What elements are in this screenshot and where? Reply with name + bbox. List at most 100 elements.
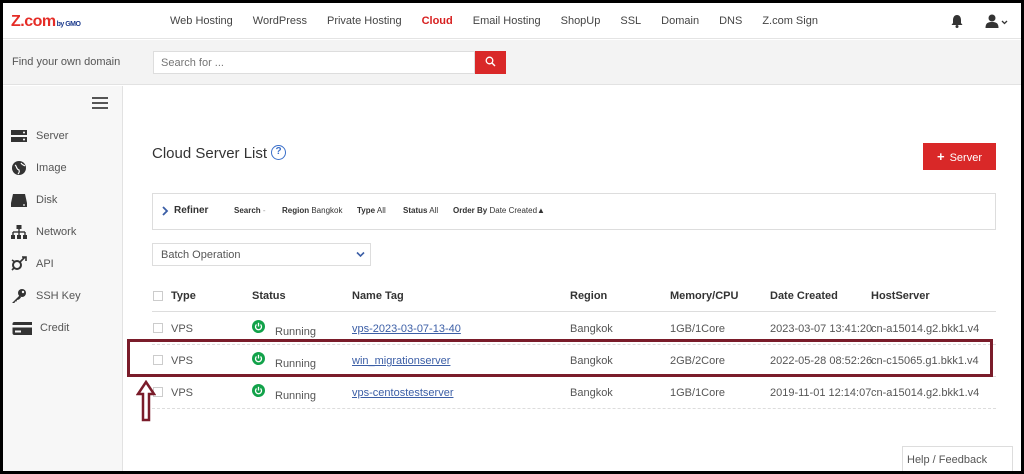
column-header-status[interactable]: Status <box>252 290 286 302</box>
cell-region: Bangkok <box>570 323 613 335</box>
refiner-status: Status All <box>403 206 438 215</box>
nav-dns[interactable]: DNS <box>719 15 742 27</box>
column-header-type[interactable]: Type <box>171 290 196 302</box>
cell-type: VPS <box>171 323 194 335</box>
refiner-label: Refiner <box>174 205 209 216</box>
hamburger-menu-icon[interactable] <box>92 97 108 109</box>
refiner-status-label: Status <box>403 206 428 215</box>
row-checkbox[interactable] <box>153 323 163 333</box>
main-nav: Web Hosting WordPress Private Hosting Cl… <box>170 15 838 27</box>
user-menu-icon[interactable] <box>985 14 1009 28</box>
nav-email-hosting[interactable]: Email Hosting <box>473 15 541 27</box>
globe-icon <box>12 161 26 175</box>
cell-hostserver: cn-a15014.g2.bkk1.v4 <box>871 387 980 399</box>
nav-private-hosting[interactable]: Private Hosting <box>327 15 402 27</box>
table-row[interactable]: VPS Running vps-centostestserver Bangkok… <box>152 377 996 409</box>
sidebar-item-server[interactable]: Server <box>10 126 68 146</box>
cell-status: Running <box>275 326 316 338</box>
cell-region: Bangkok <box>570 387 613 399</box>
sidebar: Server Image Disk Network API SSH Key Cr… <box>3 86 123 471</box>
help-circle-icon[interactable]: ? <box>271 145 286 160</box>
sidebar-item-label: Network <box>36 226 77 238</box>
logo-text: Z.com <box>11 13 56 30</box>
search-button[interactable] <box>475 51 506 74</box>
plus-icon: + <box>937 149 945 164</box>
highlight-box <box>127 339 993 377</box>
refiner-status-value: All <box>429 206 439 215</box>
sidebar-item-disk[interactable]: Disk <box>10 190 57 210</box>
refiner-type-value: All <box>376 206 386 215</box>
chevron-right-icon <box>162 206 169 216</box>
cell-memory-cpu: 1GB/1Core <box>670 323 726 335</box>
disk-icon <box>11 194 27 207</box>
refiner-order-label: Order By <box>453 206 488 215</box>
sidebar-item-label: Image <box>36 162 67 174</box>
add-server-button[interactable]: + Server <box>923 143 996 170</box>
server-icon <box>11 130 27 142</box>
help-feedback-button[interactable]: Help / Feedback <box>902 446 1013 471</box>
api-icon <box>11 256 27 271</box>
sidebar-item-label: Credit <box>40 322 70 334</box>
credit-card-icon <box>12 322 32 335</box>
nav-wordpress[interactable]: WordPress <box>253 15 307 27</box>
sidebar-item-label: SSH Key <box>36 290 81 302</box>
sidebar-item-ssh-key[interactable]: SSH Key <box>10 286 81 306</box>
cell-status: Running <box>275 390 316 402</box>
domain-search-bar: Find your own domain <box>3 40 1021 85</box>
chevron-down-icon <box>356 251 365 258</box>
nav-ssl[interactable]: SSL <box>620 15 641 27</box>
search-icon <box>485 56 496 67</box>
nav-shopup[interactable]: ShopUp <box>561 15 601 27</box>
refiner-search[interactable]: Search - <box>234 206 266 215</box>
column-header-memory-cpu[interactable]: Memory/CPU <box>670 290 738 302</box>
refiner-region-value: Bangkok <box>311 206 343 215</box>
column-header-name-tag[interactable]: Name Tag <box>352 290 404 302</box>
main-content: Cloud Server List ? + Server Refiner Sear… <box>124 86 1021 471</box>
refiner-region-label: Region <box>282 206 310 215</box>
cell-hostserver: cn-a15014.g2.bkk1.v4 <box>871 323 980 335</box>
running-status-icon <box>252 320 265 333</box>
sidebar-item-network[interactable]: Network <box>10 222 76 242</box>
column-header-date-created[interactable]: Date Created <box>770 290 838 302</box>
column-header-hostserver[interactable]: HostServer <box>871 290 930 302</box>
table-header-row: Type Status Name Tag Region Memory/CPU D… <box>152 284 996 312</box>
column-header-region[interactable]: Region <box>570 290 607 302</box>
cell-date-created: 2019-11-01 12:14:07 <box>770 387 872 399</box>
top-navigation: Z.comby GMO Web Hosting WordPress Privat… <box>3 3 1021 39</box>
network-icon <box>11 225 27 239</box>
domain-search-input[interactable] <box>153 51 475 74</box>
cell-type: VPS <box>171 387 194 399</box>
bell-icon[interactable] <box>951 14 963 28</box>
sidebar-item-api[interactable]: API <box>10 254 54 274</box>
sidebar-item-image[interactable]: Image <box>10 158 67 178</box>
select-all-checkbox[interactable] <box>153 291 163 301</box>
arrow-up-icon <box>136 380 156 422</box>
key-icon <box>12 289 26 303</box>
refiner-type-label: Type <box>357 206 376 215</box>
running-status-icon <box>252 384 265 397</box>
sidebar-item-label: API <box>36 258 54 270</box>
batch-operation-label: Batch Operation <box>161 249 241 261</box>
batch-operation-select[interactable]: Batch Operation <box>152 243 371 266</box>
sidebar-item-credit[interactable]: Credit <box>10 318 69 338</box>
refiner-search-label: Search <box>234 206 261 215</box>
refiner-type: Type All <box>357 206 386 215</box>
refiner-order-value: Date Created▲ <box>489 206 545 215</box>
cell-name-tag-link[interactable]: vps-centostestserver <box>352 387 453 399</box>
dropdown-indicator-icon: - <box>262 206 266 215</box>
nav-domain[interactable]: Domain <box>661 15 699 27</box>
nav-cloud[interactable]: Cloud <box>422 15 453 27</box>
cell-memory-cpu: 1GB/1Core <box>670 387 726 399</box>
logo-subtext: by GMO <box>56 21 81 28</box>
refiner-bar[interactable]: Refiner Search - Region Bangkok Type All… <box>152 193 996 230</box>
cell-name-tag-link[interactable]: vps-2023-03-07-13-40 <box>352 323 461 335</box>
nav-web-hosting[interactable]: Web Hosting <box>170 15 233 27</box>
sidebar-item-label: Server <box>36 130 69 142</box>
add-server-label: Server <box>949 152 982 164</box>
refiner-region: Region Bangkok <box>282 206 342 215</box>
find-domain-label: Find your own domain <box>12 56 121 68</box>
cell-date-created: 2023-03-07 13:41:20 <box>770 323 873 335</box>
logo[interactable]: Z.comby GMO <box>11 13 81 31</box>
page-title: Cloud Server List <box>152 145 268 162</box>
nav-zcom-sign[interactable]: Z.com Sign <box>762 15 818 27</box>
